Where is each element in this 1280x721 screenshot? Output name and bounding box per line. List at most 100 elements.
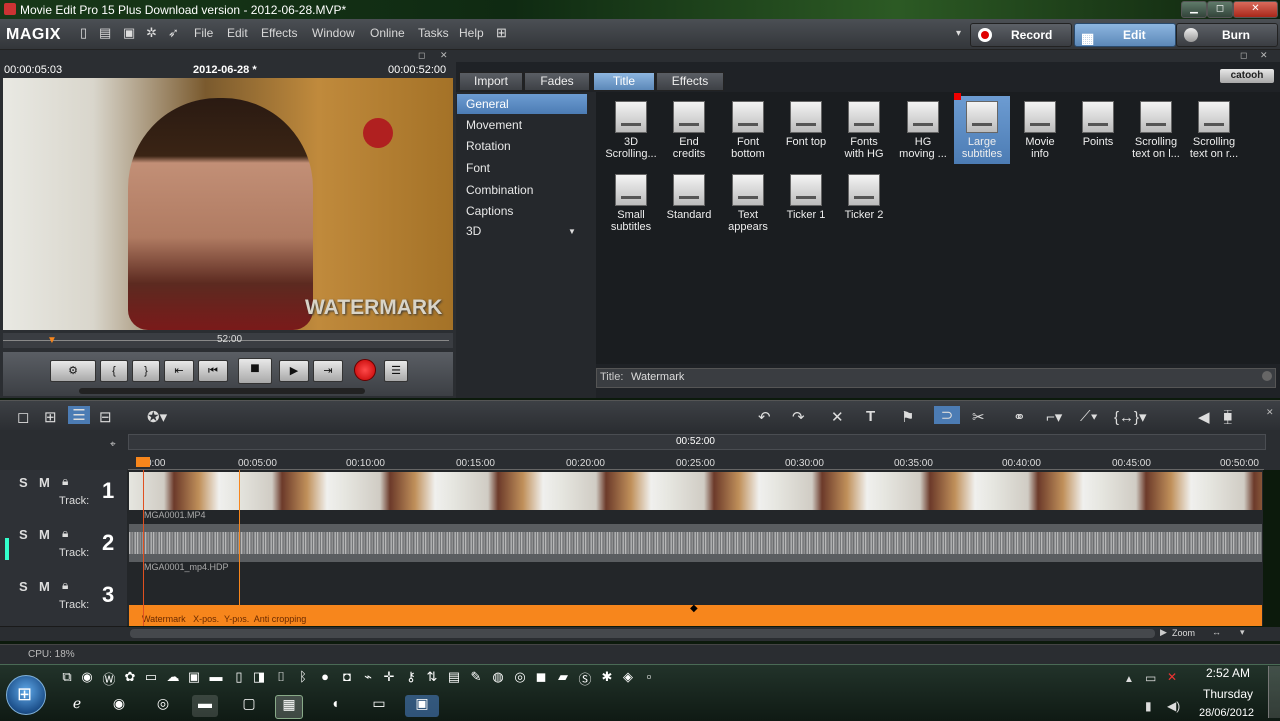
keyframe-marker-icon[interactable]: ◆ xyxy=(690,603,698,614)
panel-restore-icon[interactable]: ◻ xyxy=(418,50,425,61)
track-3-mute-button[interactable]: M xyxy=(39,579,50,594)
start-button[interactable]: ⊞ xyxy=(6,675,46,715)
app-w-icon[interactable]: Ⓦ xyxy=(98,669,120,687)
firefox-icon[interactable]: ● xyxy=(314,669,336,687)
preview-mode-button[interactable]: ⚙ xyxy=(50,360,96,382)
edit-mode-button[interactable]: ▦ Edit xyxy=(1074,23,1176,47)
feather-icon[interactable]: ✎ xyxy=(465,669,487,687)
daemon-taskbar-icon[interactable]: ◖ xyxy=(322,695,348,717)
open-icon[interactable]: ▤ xyxy=(99,25,113,41)
ie-taskbar-icon[interactable]: ℯ xyxy=(64,695,90,717)
title-bar-scroll-handle[interactable] xyxy=(1262,371,1272,381)
chrome-taskbar-icon[interactable]: ◎ xyxy=(150,695,176,717)
tab-title[interactable]: Title xyxy=(593,72,655,91)
previous-marker-button[interactable]: ⇤ xyxy=(164,360,194,382)
document-icon[interactable]: ▯ xyxy=(228,669,250,687)
category-movement[interactable]: Movement xyxy=(466,115,522,135)
puzzle-icon[interactable]: ✛ xyxy=(378,669,400,687)
chat-icon[interactable]: ◘ xyxy=(336,669,358,687)
mixer-slider-icon[interactable]: ⧯ xyxy=(1223,408,1233,425)
explorer-taskbar-icon[interactable]: ▬ xyxy=(192,695,218,717)
category-rotation[interactable]: Rotation xyxy=(466,136,511,156)
close-button[interactable]: ✕ xyxy=(1233,1,1278,18)
help-cursor-icon[interactable]: ➶ xyxy=(168,25,182,41)
mark-in-button[interactable]: { xyxy=(100,360,128,382)
zoom-arrows-icon[interactable]: ↔ xyxy=(1212,627,1221,637)
lock-small-icon[interactable]: ▫ xyxy=(638,669,660,687)
minimize-button[interactable]: ▁ xyxy=(1181,1,1207,18)
blue-app-taskbar-icon[interactable]: ▣ xyxy=(405,695,439,717)
scroll-right-icon[interactable]: ▶ xyxy=(1160,627,1167,638)
safari-icon[interactable]: ◎ xyxy=(509,669,531,687)
clock-date[interactable]: 28/06/2012 xyxy=(1199,707,1254,719)
template-points[interactable]: Points xyxy=(1070,96,1126,148)
preview-scrub-bar[interactable]: ▼ 52:00 xyxy=(3,333,453,348)
window-taskbar-icon[interactable]: ▭ xyxy=(366,695,392,717)
link-icon[interactable]: ⚭ xyxy=(1013,408,1026,426)
template-hg-moving[interactable]: HG moving ... xyxy=(895,96,951,160)
track-1-solo-button[interactable]: S xyxy=(19,475,28,490)
timeline-horizontal-scrollbar[interactable] xyxy=(130,629,1155,638)
cube-icon[interactable]: ▣ xyxy=(183,669,205,687)
zoom-slider-icon[interactable]: ▾ xyxy=(1240,627,1245,638)
skip-back-button[interactable]: ⏮ xyxy=(198,360,228,382)
track-1-mute-button[interactable]: M xyxy=(39,475,50,490)
burn-mode-button[interactable]: Burn xyxy=(1176,23,1278,47)
media-taskbar-icon[interactable]: ▢ xyxy=(236,695,262,717)
playhead-marker-icon[interactable]: ▼ xyxy=(47,335,57,346)
template-large-subtitles[interactable]: Large subtitles xyxy=(954,93,1010,164)
monitor-icon[interactable]: ▭ xyxy=(140,669,162,687)
template-end-credits[interactable]: End credits xyxy=(661,96,717,160)
menu-file[interactable]: File xyxy=(194,26,213,40)
maximize-button[interactable]: ◻ xyxy=(1207,1,1233,18)
stop-button[interactable]: ■ xyxy=(238,358,272,384)
audio-speaker-icon[interactable]: ◀ xyxy=(1198,408,1210,426)
mixer-icon[interactable]: ⊟ xyxy=(99,408,112,426)
new-icon[interactable]: ▯ xyxy=(80,25,94,41)
audio-clip[interactable] xyxy=(129,524,1262,562)
next-marker-button[interactable]: ⇥ xyxy=(313,360,343,382)
clock-day[interactable]: Thursday xyxy=(1203,687,1253,701)
tab-import[interactable]: Import xyxy=(459,72,523,91)
category-3d[interactable]: 3D xyxy=(466,221,481,241)
car-icon[interactable]: ▰ xyxy=(552,669,574,687)
menu-effects[interactable]: Effects xyxy=(261,26,297,40)
tray-app-icon[interactable]: ⧉ xyxy=(56,669,78,687)
tray-monitor-icon[interactable]: ▭ xyxy=(1145,671,1156,685)
mode-dropdown-icon[interactable]: ▾ xyxy=(956,28,961,39)
show-desktop-button[interactable] xyxy=(1268,666,1280,718)
track-2-mute-button[interactable]: M xyxy=(39,527,50,542)
effects-wheel-icon[interactable]: ✪▾ xyxy=(147,408,167,426)
panel-close-icon[interactable]: ✕ xyxy=(440,50,448,61)
network-icon[interactable]: ▮ xyxy=(1145,699,1152,713)
magix-taskbar-icon[interactable]: ▦ xyxy=(275,695,303,719)
tab-fades[interactable]: Fades xyxy=(524,72,590,91)
menu-tasks[interactable]: Tasks xyxy=(418,26,449,40)
menu-list-button[interactable]: ☰ xyxy=(384,360,408,382)
mark-out-button[interactable]: } xyxy=(132,360,160,382)
template-fonts-with-hg[interactable]: Fonts with HG xyxy=(836,96,892,160)
pool-close-icon[interactable]: ✕ xyxy=(1260,50,1268,61)
template-small-subtitles[interactable]: Small subtitles xyxy=(603,169,659,233)
marker-flag-icon[interactable]: ⚑ xyxy=(901,408,914,426)
cloud-icon[interactable]: ☁ xyxy=(162,669,184,687)
zoom-label[interactable]: Zoom xyxy=(1172,628,1195,638)
timeline-ruler[interactable]: ⌖ 00:52:00 xyxy=(0,430,1280,470)
app-pin-icon[interactable]: ◈ xyxy=(617,669,639,687)
template-ticker-1[interactable]: Ticker 1 xyxy=(778,169,834,221)
tool-icon[interactable]: ⌁ xyxy=(357,669,379,687)
category-captions[interactable]: Captions xyxy=(466,201,513,221)
clock-time[interactable]: 2:52 AM xyxy=(1206,666,1250,680)
redo-icon[interactable]: ↷ xyxy=(792,408,805,426)
tray-expand-icon[interactable]: ▲ xyxy=(1124,674,1134,685)
storyboard-mode-icon[interactable]: ◻ xyxy=(17,408,29,426)
category-general[interactable]: General xyxy=(457,94,587,114)
split-icon[interactable]: ⟋▾ xyxy=(1080,408,1098,425)
delete-icon[interactable]: ✕ xyxy=(831,408,844,426)
play-button[interactable]: ▶ xyxy=(279,360,309,382)
pin-icon[interactable]: ⌖ xyxy=(110,439,116,450)
record-button[interactable] xyxy=(354,359,376,381)
scene-overview-icon[interactable]: ⊞ xyxy=(44,408,57,426)
template-ticker-2[interactable]: Ticker 2 xyxy=(836,169,892,221)
menu-help[interactable]: Help xyxy=(459,26,484,40)
